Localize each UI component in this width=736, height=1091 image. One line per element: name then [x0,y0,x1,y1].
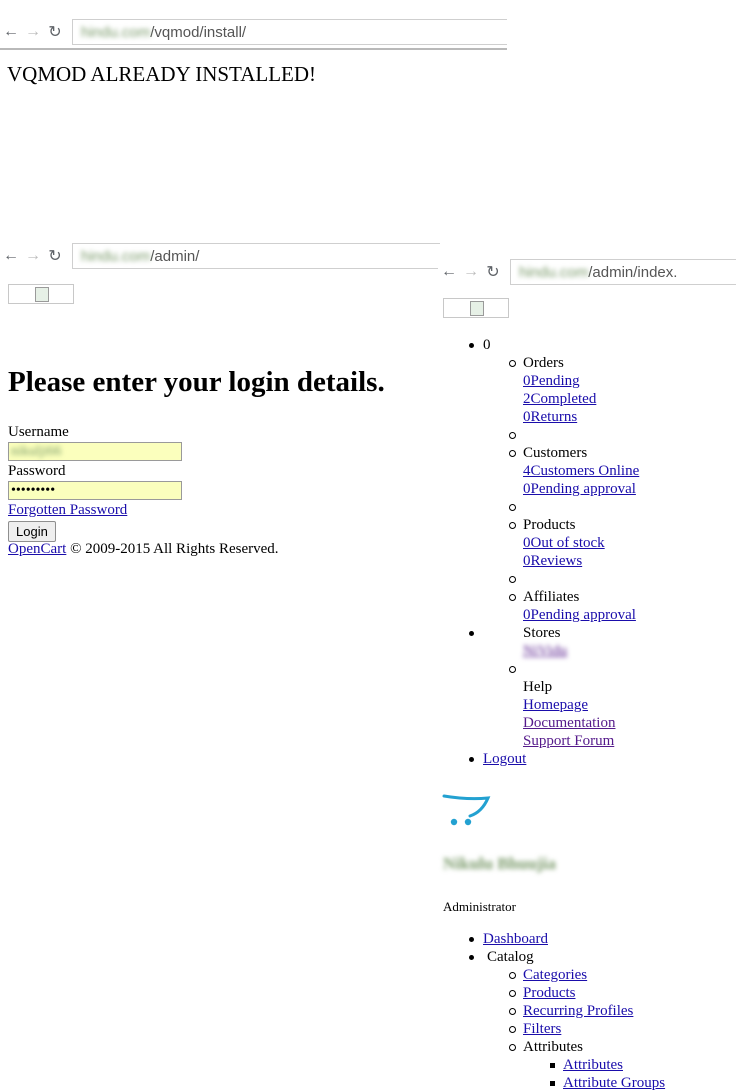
address-bar[interactable]: hindu.com /admin/index. [510,259,736,285]
customers-pending-link[interactable]: 0Pending approval [523,481,636,497]
sidebar-menu: Dashboard Catalog Categories Products Re… [438,930,665,1091]
orders-returns-link[interactable]: 0Returns [523,409,577,425]
menu-attributes[interactable]: Attributes [438,1038,665,1056]
back-arrow-icon[interactable]: ← [0,23,22,41]
url-domain-blurred: hindu.com [81,247,151,265]
divider-item [438,570,639,588]
stores-title: Stores [438,624,639,642]
url-domain-blurred: hindu.com [519,263,589,281]
affiliates-pending-link[interactable]: 0Pending approval [523,607,636,623]
menu-filters-link[interactable]: Filters [523,1021,561,1037]
orders-pending-link[interactable]: 0Pending [523,373,580,389]
install-window: ← → ↻ hindu.com /vqmod/install/ VQMOD AL… [0,18,507,240]
store-link-blurred[interactable]: NiVidu [523,643,567,659]
copyright-text: © 2009-2015 All Rights Reserved. [66,541,279,557]
orders-title: Orders [438,354,639,372]
address-bar[interactable]: hindu.com /vqmod/install/ [72,19,507,45]
menu-dashboard-link[interactable]: Dashboard [483,931,548,947]
logo-image-broken [443,298,509,318]
user-role: Administrator [443,899,516,914]
url-path: /admin/ [150,247,200,265]
password-input[interactable]: ••••••••• [8,481,182,500]
products-title: Products [438,516,639,534]
reload-icon[interactable]: ↻ [44,22,66,42]
help-documentation-link[interactable]: Documentation [523,715,615,731]
toolbar-divider [0,48,507,50]
address-bar[interactable]: hindu.com /admin/ [72,243,440,269]
dashboard-window: ← → ↻ hindu.com /admin/index. 0 Orders 0… [438,256,736,1091]
back-arrow-icon[interactable]: ← [438,263,460,281]
forward-arrow-icon[interactable]: → [22,247,44,265]
reload-icon[interactable]: ↻ [44,246,66,266]
menu-attributes-link[interactable]: Attributes [563,1057,623,1073]
user-name-blurred: Nikulu Bhuujia [443,854,556,873]
alerts-count[interactable]: 0 [438,336,639,354]
username-input[interactable]: nikulji66 [8,442,182,461]
login-window: ← → ↻ hindu.com /admin/ Please enter you… [0,242,440,572]
reload-icon[interactable]: ↻ [482,262,504,282]
back-arrow-icon[interactable]: ← [0,247,22,265]
logout-link[interactable]: Logout [483,751,526,767]
browser-toolbar: ← → ↻ hindu.com /admin/ [0,242,440,270]
help-title: Help [523,679,553,695]
broken-image-icon [470,301,484,316]
forward-arrow-icon[interactable]: → [22,23,44,41]
help-homepage-link[interactable]: Homepage [523,697,588,713]
orders-completed-link[interactable]: 2Completed [523,391,596,407]
products-reviews-link[interactable]: 0Reviews [523,553,582,569]
products-out-of-stock-link[interactable]: 0Out of stock [523,535,605,551]
header-alerts-list: 0 Orders 0Pending 2Completed 0Returns Cu… [438,336,639,768]
logo-image-broken [8,284,74,304]
login-heading: Please enter your login details. [8,366,385,398]
install-message: VQMOD ALREADY INSTALLED! [7,62,317,86]
browser-toolbar: ← → ↻ hindu.com /vqmod/install/ [0,18,507,46]
divider-item [438,498,639,516]
login-button[interactable]: Login [8,521,56,542]
password-label: Password [8,463,66,479]
menu-catalog[interactable]: Catalog [438,948,665,966]
url-path: /admin/index. [588,263,678,281]
menu-recurring-profiles-link[interactable]: Recurring Profiles [523,1003,633,1019]
menu-attribute-groups-link[interactable]: Attribute Groups [563,1075,665,1091]
affiliates-title: Affiliates [438,588,639,606]
opencart-cart-icon [442,794,491,826]
browser-toolbar: ← → ↻ hindu.com /admin/index. [438,258,736,286]
username-label: Username [8,424,69,440]
customers-title: Customers [438,444,639,462]
help-support-forum-link[interactable]: Support Forum [523,733,614,749]
url-domain-blurred: hindu.com [81,23,151,41]
forward-arrow-icon[interactable]: → [460,263,482,281]
menu-products-link[interactable]: Products [523,985,576,1001]
menu-categories-link[interactable]: Categories [523,967,587,983]
url-path: /vqmod/install/ [150,23,247,41]
divider-item [438,660,639,678]
opencart-link[interactable]: OpenCart [8,541,66,557]
divider-item [438,426,639,444]
broken-image-icon [35,287,49,302]
customers-online-link[interactable]: 4Customers Online [523,463,639,479]
footer: OpenCart © 2009-2015 All Rights Reserved… [8,541,279,558]
forgotten-password-link[interactable]: Forgotten Password [8,502,127,519]
